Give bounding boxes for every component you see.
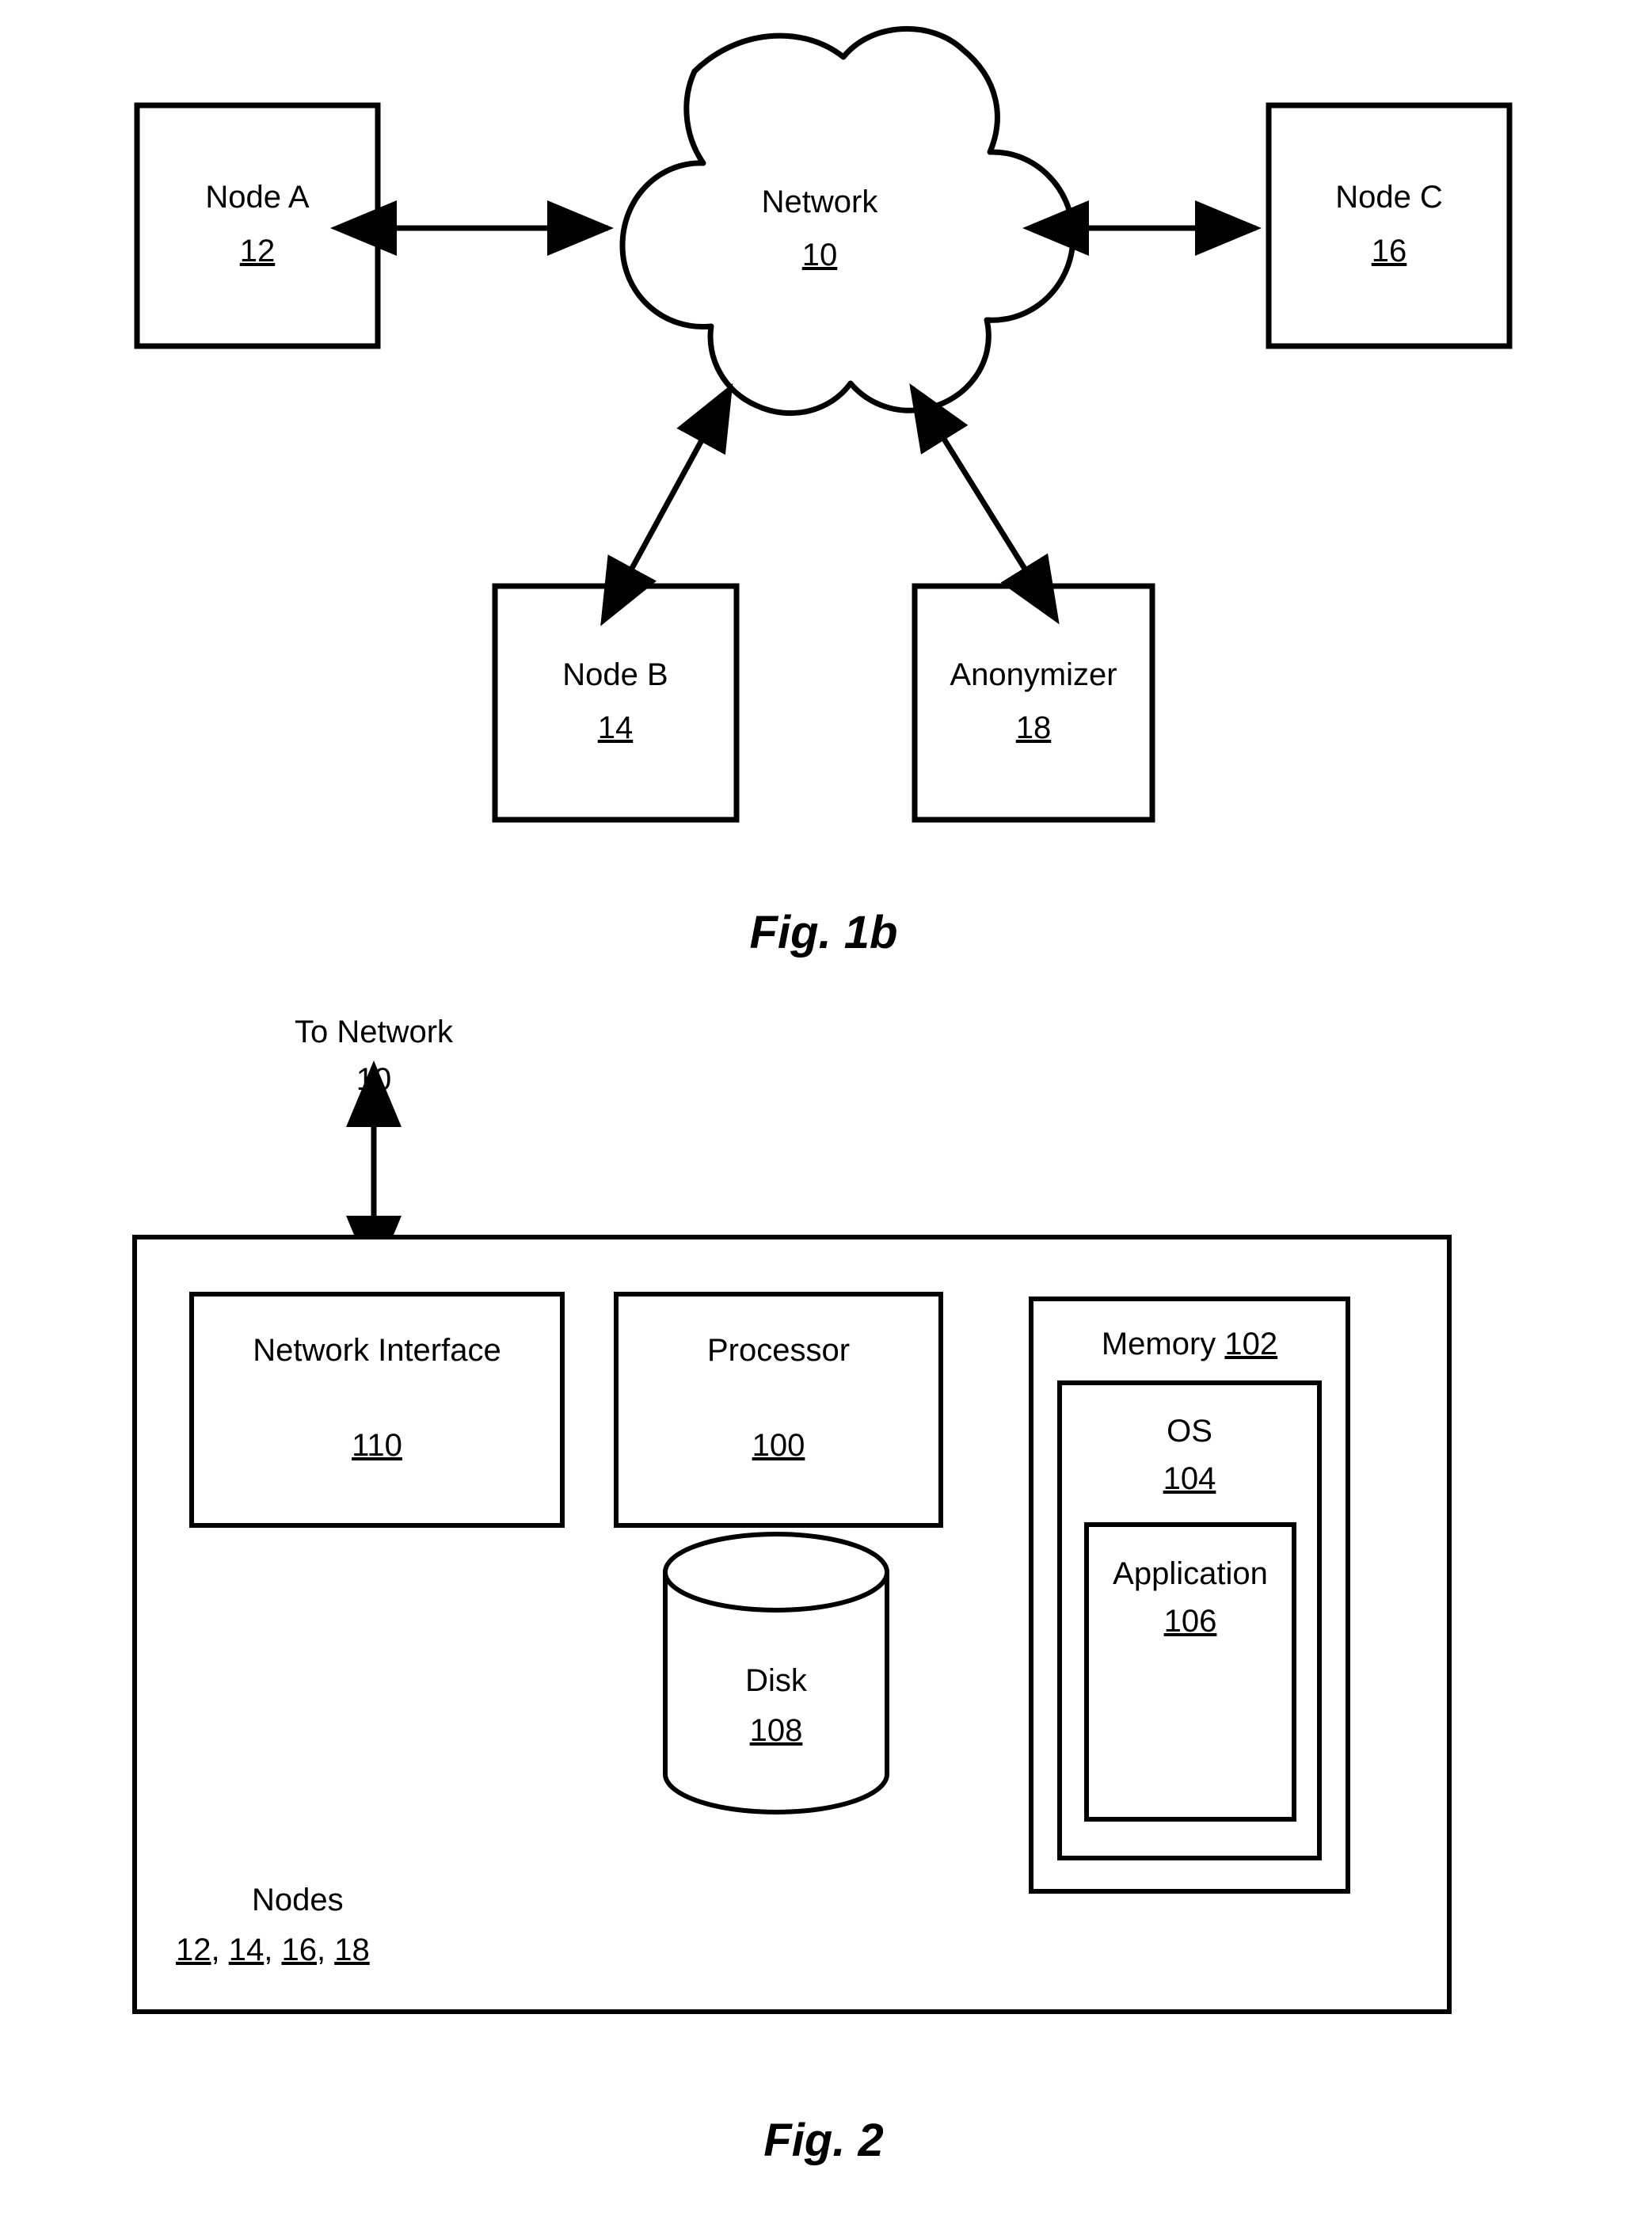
node-a-ref: 12 (240, 234, 276, 268)
os-label: OS (1167, 1414, 1212, 1449)
figure-2-group: To Network 10 Network Interface 110 Proc… (132, 1015, 1452, 2166)
connector-anonymizer-network (909, 383, 1060, 625)
nodes-ref-18: 18 (334, 1932, 370, 1967)
anonymizer-label: Anonymizer (950, 657, 1117, 692)
figure-2-caption: Fig. 2 (763, 2115, 883, 2166)
nodes-ref-16: 16 (281, 1932, 317, 1967)
connector-node-b-network (600, 383, 733, 626)
nodes-label: Nodes (252, 1883, 344, 1917)
network-ref: 10 (802, 238, 838, 272)
application-ref: 106 (1164, 1604, 1217, 1639)
nodes-refs-comma-2: , (264, 1932, 281, 1967)
figure-1b-caption: Fig. 1b (750, 907, 898, 958)
node-c-box (1266, 102, 1513, 349)
network-interface-label: Network Interface (253, 1333, 501, 1368)
processor-ref: 100 (752, 1428, 805, 1463)
node-b-ref: 14 (598, 710, 634, 745)
figure-1b-group: Node A 12 Network 10 Node C 16 Node B 14… (134, 26, 1513, 958)
nodes-refs: 12, 14, 16, 18 (176, 1932, 370, 1967)
node-b-box (492, 583, 740, 823)
memory-label-text: Memory (1102, 1327, 1216, 1361)
nodes-refs-comma-3: , (317, 1932, 334, 1967)
processor-label: Processor (707, 1333, 850, 1368)
network-interface-box (189, 1292, 565, 1528)
network-cloud (619, 26, 1076, 417)
nodes-refs-comma-1: , (211, 1932, 229, 1967)
node-b-label: Node B (562, 657, 668, 692)
node-a-label: Node A (205, 180, 310, 215)
os-ref: 104 (1163, 1461, 1216, 1496)
nodes-ref-12: 12 (176, 1932, 211, 1967)
to-network-label-line1: To Network (295, 1015, 454, 1049)
disk-ref: 108 (750, 1713, 803, 1748)
application-label: Application (1113, 1556, 1268, 1591)
network-interface-ref: 110 (352, 1428, 402, 1463)
disk-label: Disk (745, 1663, 808, 1698)
processor-box (614, 1292, 943, 1528)
network-label: Network (762, 185, 879, 219)
to-network-label-line2: 10 (356, 1062, 392, 1097)
node-c-ref: 16 (1372, 234, 1407, 268)
disk-cylinder-top (663, 1532, 889, 1613)
nodes-ref-14: 14 (229, 1932, 265, 1967)
anonymizer-ref: 18 (1016, 710, 1052, 745)
figures-svg: Node A 12 Network 10 Node C 16 Node B 14… (132, 26, 1513, 2166)
node-a-box (134, 102, 381, 349)
anonymizer-box (912, 583, 1155, 823)
node-c-label: Node C (1335, 180, 1443, 215)
memory-label: Memory 102 (1102, 1327, 1277, 1361)
memory-ref: 102 (1224, 1327, 1277, 1361)
patent-drawing-sheet: Node A 12 Network 10 Node C 16 Node B 14… (0, 0, 1652, 2239)
